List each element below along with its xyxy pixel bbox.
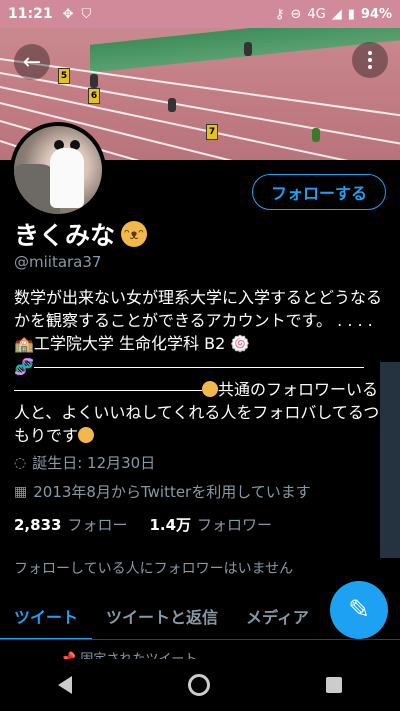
display-name: きくみな xyxy=(14,221,116,250)
runner xyxy=(312,128,320,142)
status-bar: 11:21 ✥ ⛉ ⚷ ⊖ 4G ◢ ▮ 94% xyxy=(0,0,400,28)
do-not-disturb-icon: ⊖ xyxy=(290,6,302,22)
sushi-icon: 🍥 xyxy=(230,334,251,353)
more-options-button[interactable] xyxy=(352,42,388,78)
tab-media[interactable]: メディア xyxy=(232,592,323,639)
profile-bio: 数学が出来ない女が理系大学に入学するとどうなるかを観察することができるアカウント… xyxy=(14,286,386,447)
tab-tweets[interactable]: ツイート xyxy=(0,592,93,639)
nav-back-icon[interactable] xyxy=(58,676,72,694)
birthday-text: 誕生日: 12月30日 xyxy=(32,454,156,472)
shield-icon: ⛉ xyxy=(81,6,92,22)
network-type: 4G xyxy=(307,6,326,22)
user-handle: @miitara37 xyxy=(14,253,102,271)
tab-tweets-and-replies[interactable]: ツイートと返信 xyxy=(92,592,232,639)
balloon-icon: ◌ xyxy=(14,454,27,471)
birthday-row: ◌ 誕生日: 12月30日 xyxy=(14,452,155,473)
followers-count-link[interactable]: 1.4万 フォロワー xyxy=(149,514,272,535)
system-nav-bar xyxy=(0,659,400,711)
name-row: きくみな ᵔᴥᵔ xyxy=(14,216,148,252)
joined-row: ▦ 2013年8月からTwitterを利用しています xyxy=(14,481,311,502)
more-vertical-icon xyxy=(368,51,372,55)
runner xyxy=(168,98,176,112)
following-count: 2,833 xyxy=(14,516,62,534)
follow-button[interactable]: フォローする xyxy=(251,174,386,210)
app-notification-icon: ✥ xyxy=(62,6,74,22)
avatar[interactable] xyxy=(10,122,106,218)
bio-school: 工学院大学 生命化学科 B2 xyxy=(33,334,226,353)
school-building-icon: 🏫 xyxy=(14,334,34,353)
arrow-left-icon: ← xyxy=(22,49,42,75)
common-followers-note: フォローしている人にフォロワーはいません xyxy=(14,561,294,577)
following-label: フォロー xyxy=(67,516,128,534)
runner xyxy=(244,42,252,56)
joined-text: 2013年8月からTwitterを利用しています xyxy=(33,483,311,501)
follow-counts: 2,833 フォロー 1.4万 フォロワー xyxy=(14,514,272,535)
nav-home-icon[interactable] xyxy=(188,674,210,696)
smirking-cat-emoji-icon: ᵔᴥᵔ xyxy=(121,221,148,247)
scrollbar[interactable] xyxy=(380,362,400,558)
status-time: 11:21 xyxy=(8,6,53,22)
key-icon: ⚷ xyxy=(274,6,285,22)
starting-block-marker: 5 xyxy=(58,68,70,84)
starting-block-marker: 6 xyxy=(88,88,100,104)
nav-recent-apps-icon[interactable] xyxy=(326,677,342,693)
bio-text: 数学が出来ない女が理系大学に入学するとどうなるかを観察することができるアカウント… xyxy=(14,288,383,330)
back-button[interactable]: ← xyxy=(14,44,50,80)
battery-icon: ▮ xyxy=(347,6,355,22)
followers-label: フォロワー xyxy=(197,516,273,534)
signal-icon: ◢ xyxy=(331,6,342,22)
compose-tweet-button[interactable]: ✎ xyxy=(330,581,388,639)
bio-divider xyxy=(14,390,202,391)
compose-tweet-icon: ✎ xyxy=(348,595,370,625)
starting-block-marker: 7 xyxy=(206,124,218,140)
following-count-link[interactable]: 2,833 フォロー xyxy=(14,514,127,535)
battery-percent: 94% xyxy=(360,6,392,22)
runner xyxy=(90,74,98,88)
calendar-icon: ▦ xyxy=(14,483,28,500)
bio-divider xyxy=(33,367,364,368)
dna-icon: 🧬 xyxy=(14,357,34,376)
followers-count: 1.4万 xyxy=(149,516,192,534)
upside-down-face-icon xyxy=(78,427,95,443)
smirking-cat-emoji-icon xyxy=(202,381,218,397)
